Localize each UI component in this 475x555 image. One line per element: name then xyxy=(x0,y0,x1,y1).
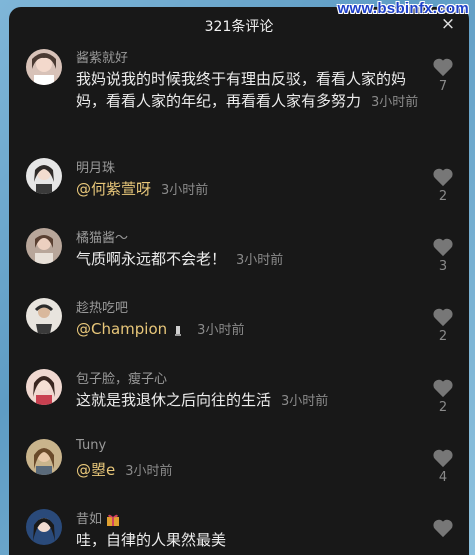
comment-author[interactable]: 酱紫就好 xyxy=(76,47,128,66)
comment-author[interactable]: 包子脸，瘦子心 xyxy=(76,368,167,387)
comment-body: 这就是我退休之后向往的生活 3小时前 xyxy=(76,389,428,413)
comment-item: 包子脸，瘦子心 这就是我退休之后向往的生活 3小时前 2 xyxy=(9,368,469,428)
comment-time: 3小时前 xyxy=(371,95,419,110)
like-count: 2 xyxy=(438,189,448,204)
like-button[interactable]: 2 xyxy=(431,378,455,415)
heart-icon xyxy=(433,519,453,538)
comment-time: 3小时前 xyxy=(197,323,245,338)
comment-item: 橘猫酱～ 气质啊永远都不会老！ 3小时前 3 xyxy=(9,227,469,287)
comment-body: 我妈说我的时候我终于有理由反驳，看看人家的妈妈，看看人家的年纪，再看看人家有多努… xyxy=(76,68,428,114)
heart-icon xyxy=(433,308,453,327)
avatar[interactable] xyxy=(26,439,62,475)
comment-body: @曌e 3小时前 xyxy=(76,459,428,483)
comment-text: 哇，自律的人果然最美 xyxy=(76,531,227,549)
comment-body: @何紫萱呀 3小时前 xyxy=(76,178,428,202)
comments-panel: 321条评论 × 酱紫就好 我妈说我的时候我终于有理由反驳，看看人家的妈妈，看看… xyxy=(9,7,469,555)
like-button[interactable]: 3 xyxy=(431,237,455,274)
comment-author[interactable]: 明月珠 xyxy=(76,157,115,176)
like-button[interactable] xyxy=(431,518,455,538)
like-count: 4 xyxy=(438,470,448,485)
comment-body: 哇，自律的人果然最美 xyxy=(76,529,428,551)
avatar[interactable] xyxy=(26,49,62,85)
comment-author[interactable]: 橘猫酱～ xyxy=(76,227,128,246)
comment-body: 气质啊永远都不会老！ 3小时前 xyxy=(76,248,428,272)
like-count: 3 xyxy=(438,259,448,274)
like-count: 2 xyxy=(438,329,448,344)
avatar[interactable] xyxy=(26,158,62,194)
comment-text: 这就是我退休之后向往的生活 xyxy=(76,391,272,409)
avatar[interactable] xyxy=(26,509,62,545)
like-count: 7 xyxy=(438,79,448,94)
comment-item: 趁热吃吧 @Champion 3小时前 2 xyxy=(9,297,469,357)
avatar[interactable] xyxy=(26,228,62,264)
avatar[interactable] xyxy=(26,369,62,405)
like-button[interactable]: 2 xyxy=(431,307,455,344)
comment-author[interactable]: 趁热吃吧 xyxy=(76,297,128,316)
comment-item: 酱紫就好 我妈说我的时候我终于有理由反驳，看看人家的妈妈，看看人家的年纪，再看看… xyxy=(9,47,469,142)
like-button[interactable]: 7 xyxy=(431,57,455,94)
comment-item: Tuny @曌e 3小时前 4 xyxy=(9,438,469,498)
comment-item: 明月珠 @何紫萱呀 3小时前 2 xyxy=(9,157,469,217)
comment-author-name: 昔如 xyxy=(76,512,103,527)
comment-mention[interactable]: @Champion xyxy=(76,320,167,338)
comment-time: 3小时前 xyxy=(125,464,173,479)
heart-icon xyxy=(433,58,453,77)
comment-mention[interactable]: @何紫萱呀 xyxy=(76,180,151,198)
comment-time: 3小时前 xyxy=(236,253,284,268)
like-count: 2 xyxy=(438,400,448,415)
heart-icon xyxy=(433,238,453,257)
watermark: www.bsbinfx.com xyxy=(337,0,469,17)
close-icon[interactable]: × xyxy=(439,15,457,33)
comment-author[interactable]: 昔如 xyxy=(76,508,122,527)
heart-icon xyxy=(433,168,453,187)
comment-author[interactable]: Tuny xyxy=(76,438,106,453)
comment-time: 3小时前 xyxy=(161,183,209,198)
trophy-emoji-icon xyxy=(175,325,182,336)
comment-mention[interactable]: @曌e xyxy=(76,461,115,479)
like-button[interactable]: 4 xyxy=(431,448,455,485)
avatar[interactable] xyxy=(26,298,62,334)
like-button[interactable]: 2 xyxy=(431,167,455,204)
heart-icon xyxy=(433,379,453,398)
comment-body: @Champion 3小时前 xyxy=(76,318,428,342)
comments-title: 321条评论 xyxy=(204,19,274,35)
comment-item: 昔如 哇，自律的人果然最美 xyxy=(9,508,469,555)
heart-icon xyxy=(433,449,453,468)
gift-emoji-icon xyxy=(107,514,120,526)
comment-text: 气质啊永远都不会老！ xyxy=(76,250,227,268)
comment-text: 我妈说我的时候我终于有理由反驳，看看人家的妈妈，看看人家的年纪，再看看人家有多努… xyxy=(76,70,407,110)
comment-time: 3小时前 xyxy=(281,394,329,409)
